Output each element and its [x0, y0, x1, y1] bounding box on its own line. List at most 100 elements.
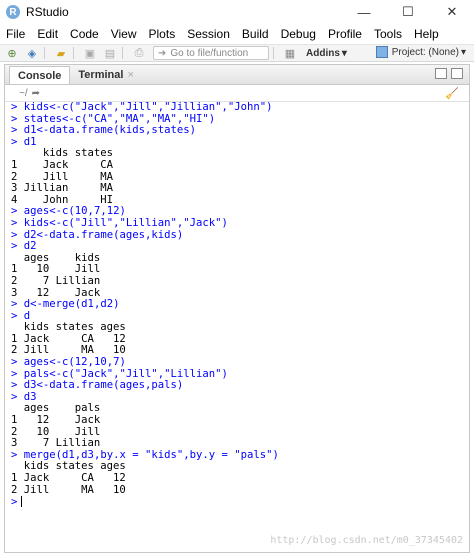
console-prompt: >: [11, 356, 18, 369]
console-prompt: >: [11, 228, 18, 241]
clear-console-icon[interactable]: 🧹: [445, 87, 459, 100]
menu-plots[interactable]: Plots: [143, 27, 182, 41]
console-line-text: 1 12 Jack: [11, 414, 101, 427]
working-directory: ~/: [19, 87, 28, 99]
console-line-text: d: [23, 309, 31, 322]
console-pane: Console Terminal × ~/ ➦ 🧹 > kids<-c("Jac…: [4, 64, 470, 553]
console-prompt: >: [11, 135, 18, 148]
menu-edit[interactable]: Edit: [31, 27, 64, 41]
console-line-text: states<-c("CA","MA","MA","HI"): [23, 112, 216, 125]
console-line-text: 1 Jack CA 12: [11, 332, 126, 345]
console-prompt: >: [11, 102, 18, 113]
open-folder-icon[interactable]: ▰: [53, 46, 69, 60]
project-cube-icon: [375, 46, 388, 58]
toolbar-divider: [44, 47, 45, 59]
console-input-line[interactable]: >: [11, 496, 469, 508]
console-command-line: > d2<-data.frame(ages,kids): [11, 228, 469, 242]
console-line-text: d3: [23, 390, 37, 403]
tab-terminal[interactable]: Terminal ×: [70, 66, 141, 84]
tab-console[interactable]: Console: [9, 66, 71, 84]
console-line-text: pals<-c("Jack","Jill","Lillian"): [23, 367, 228, 380]
toolbar-divider: [273, 47, 274, 59]
print-icon[interactable]: ⎙: [131, 46, 147, 60]
console-line-text: 4 John HI: [11, 193, 114, 206]
console-prompt: >: [11, 124, 18, 137]
console-line-text: 1 Jack CA: [11, 158, 114, 171]
console-prompt: >: [11, 205, 18, 218]
new-file-icon[interactable]: ⊕: [4, 46, 20, 60]
window-controls: — ☐ ✕: [342, 0, 474, 24]
goto-arrow-icon: ➜: [158, 47, 167, 59]
console-line-text: d<-merge(d1,d2): [23, 298, 120, 311]
console-line-text: merge(d1,d3,by.x = "kids",by.y = "pals"): [23, 448, 279, 461]
console-line-text: 3 Jillian MA: [11, 182, 114, 195]
console-prompt: >: [11, 390, 18, 403]
menu-view[interactable]: View: [105, 27, 143, 41]
menu-build[interactable]: Build: [236, 27, 275, 41]
close-button[interactable]: ✕: [430, 0, 474, 24]
menu-tools[interactable]: Tools: [368, 27, 408, 41]
console-line-text: 2 7 Lillian: [11, 274, 101, 287]
console-prompt: >: [11, 112, 18, 125]
window-title: RStudio: [26, 5, 69, 19]
console-line-text: kids<-c("Jack","Jill","Jillian","John"): [23, 102, 273, 113]
console-path-bar: ~/ ➦ 🧹: [5, 85, 469, 102]
close-icon[interactable]: ×: [127, 69, 133, 81]
console-line-text: 3 7 Lillian: [11, 437, 101, 450]
save-all-icon[interactable]: ▤: [102, 46, 118, 60]
project-label: Project: (None): [391, 46, 459, 58]
tab-terminal-label: Terminal: [78, 69, 124, 81]
go-to-directory-icon[interactable]: ➦: [32, 88, 40, 99]
menu-debug[interactable]: Debug: [275, 27, 322, 41]
console-line-text: 1 Jack CA 12: [11, 472, 126, 484]
save-icon[interactable]: ▣: [82, 46, 98, 60]
console-line-text: d1<-data.frame(kids,states): [23, 124, 196, 137]
toolbar-divider: [122, 47, 123, 59]
goto-placeholder: Go to file/function: [170, 47, 249, 59]
console-line-text: kids states ages: [11, 460, 126, 473]
chevron-down-icon: ▾: [460, 46, 466, 58]
pane-tabs: Console Terminal ×: [5, 65, 469, 85]
addins-button[interactable]: Addins ▾: [306, 48, 347, 59]
console-prompt: >: [11, 367, 18, 380]
menu-file[interactable]: File: [0, 27, 31, 41]
console-line-text: 2 10 Jill: [11, 425, 101, 438]
grid-layout-icon[interactable]: ▦: [282, 46, 298, 60]
menu-session[interactable]: Session: [181, 27, 236, 41]
maximize-pane-icon[interactable]: [451, 68, 463, 79]
project-menu[interactable]: Project: (None) ▾: [375, 46, 466, 58]
maximize-button[interactable]: ☐: [386, 0, 430, 24]
console-line-text: 2 Jill MA: [11, 170, 114, 183]
console-line-text: d1: [23, 135, 37, 148]
menu-help[interactable]: Help: [408, 27, 445, 41]
menu-profile[interactable]: Profile: [322, 27, 368, 41]
chevron-down-icon: ▾: [341, 47, 347, 59]
new-project-icon[interactable]: ◈: [24, 46, 40, 60]
console-prompt: >: [11, 448, 18, 461]
addins-label: Addins: [306, 47, 340, 59]
toolbar-divider: [73, 47, 74, 59]
console-line-text: d3<-data.frame(ages,pals): [23, 379, 184, 392]
console-line-text: ages pals: [11, 402, 101, 415]
menu-code[interactable]: Code: [64, 27, 105, 41]
console-line-text: d2: [23, 240, 37, 253]
console-output-line: 2 Jill MA 10: [11, 484, 469, 497]
goto-file-input[interactable]: ➜ Go to file/function: [153, 46, 269, 60]
pane-controls: [435, 68, 463, 79]
console-command-line: > d<-merge(d1,d2): [11, 298, 469, 311]
console-line-text: 2 Jill MA 10: [11, 344, 126, 357]
console-line-text: ages<-c(12,10,7): [23, 356, 126, 369]
watermark: http://blog.csdn.net/m0_37345402: [270, 535, 463, 546]
console-line-text: ages kids: [11, 251, 101, 264]
menu-bar: File Edit Code View Plots Session Build …: [0, 24, 474, 44]
console-line-text: kids states: [11, 147, 114, 160]
console-line-text: 1 10 Jill: [11, 263, 101, 276]
minimize-pane-icon[interactable]: [435, 68, 447, 79]
console-prompt: >: [11, 240, 18, 253]
console-line-text: 3 12 Jack: [11, 286, 101, 299]
text-cursor: [21, 496, 23, 508]
console-output[interactable]: > kids<-c("Jack","Jill","Jillian","John"…: [5, 102, 469, 552]
console-prompt: >: [11, 496, 18, 509]
console-prompt: >: [11, 298, 18, 311]
minimize-button[interactable]: —: [342, 0, 386, 24]
